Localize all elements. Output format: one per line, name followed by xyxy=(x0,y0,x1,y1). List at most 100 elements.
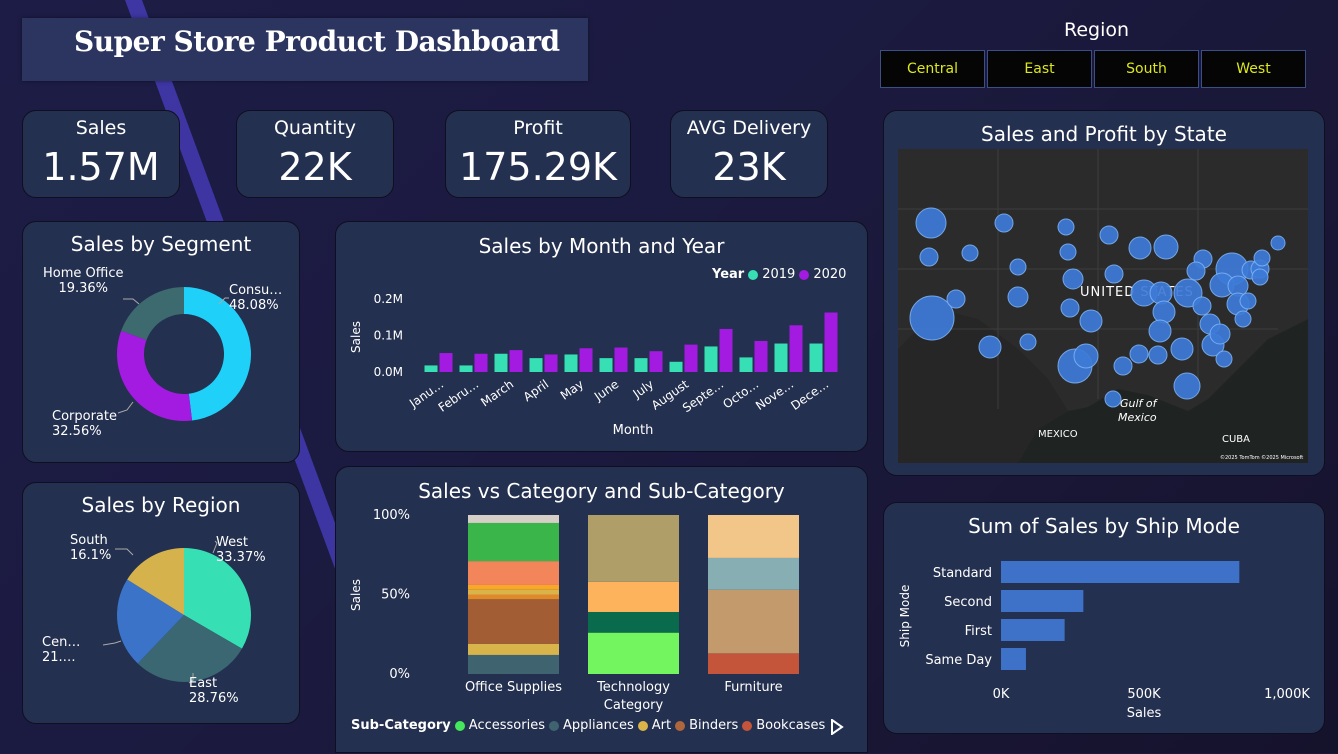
x-tick-label: Furniture xyxy=(724,680,782,695)
leader-line xyxy=(123,298,140,305)
state-bubble xyxy=(1057,218,1075,236)
stack-segment xyxy=(708,589,799,654)
month-bar-2019 xyxy=(494,353,508,372)
ship-chart-card[interactable]: Sum of Sales by Ship Mode Standard Second… xyxy=(883,502,1325,734)
kpi-label: AVG Delivery xyxy=(686,117,812,139)
month-bar-2020 xyxy=(579,348,593,372)
month-bar-2020 xyxy=(614,347,628,372)
month-bar-2019 xyxy=(599,358,613,372)
y-tick-label: Second xyxy=(944,595,992,610)
month-bar-2019 xyxy=(424,365,438,372)
state-bubble xyxy=(1186,261,1206,281)
ship-bar xyxy=(1001,561,1240,583)
y-tick-label: Standard xyxy=(933,566,992,581)
month-bar-2020 xyxy=(474,353,488,372)
map-canvas: UNITED STATESMEXICOGulf ofMexicoCUBA©202… xyxy=(898,149,1308,463)
x-tick-label: April xyxy=(521,377,552,404)
us-map[interactable]: UNITED STATESMEXICOGulf ofMexicoCUBA©202… xyxy=(898,149,1308,463)
month-bar-2019 xyxy=(529,358,543,372)
x-tick-label: Office Supplies xyxy=(465,680,562,695)
ship-bar xyxy=(1001,619,1065,641)
state-bubble xyxy=(1128,236,1152,260)
month-bar-2019 xyxy=(459,365,473,372)
kpi-label: Profit xyxy=(513,117,563,139)
state-bubble xyxy=(1251,268,1269,286)
region-button-south[interactable]: South xyxy=(1094,50,1199,88)
y-axis-title: Sales xyxy=(349,321,363,353)
ship-bar xyxy=(1001,590,1084,612)
state-bubble xyxy=(1019,333,1037,351)
stack-segment xyxy=(468,654,559,674)
region-button-east[interactable]: East xyxy=(987,50,1092,88)
y-tick-label: 50% xyxy=(381,588,410,603)
legend-accessories: Accessories xyxy=(468,718,545,733)
segment-chart-card[interactable]: Sales by Segment Home Office 19.36% Consu… xyxy=(22,221,300,463)
leader-line xyxy=(115,548,134,556)
x-axis-title: Month xyxy=(613,423,654,438)
state-bubble xyxy=(1062,268,1084,290)
month-bar-2019 xyxy=(774,343,788,372)
month-bar-2020 xyxy=(824,312,838,372)
x-tick-label: Technology xyxy=(596,680,670,695)
stack-segment xyxy=(468,594,559,600)
kpi-card-sales[interactable]: Sales 1.57M xyxy=(22,110,180,198)
region-button-central[interactable]: Central xyxy=(880,50,985,88)
stack-segment xyxy=(468,515,559,523)
kpi-card-avg-delivery[interactable]: AVG Delivery 23K xyxy=(670,110,828,198)
legend-title: Sub-Category xyxy=(351,718,451,733)
state-bubble xyxy=(961,244,979,262)
state-bubble xyxy=(1129,344,1149,364)
region-filter-label: Region xyxy=(1064,19,1130,41)
kpi-value: 22K xyxy=(278,145,352,189)
month-bar-2019 xyxy=(564,354,578,372)
x-tick-label: March xyxy=(478,377,516,409)
stack-segment xyxy=(468,589,559,595)
dashboard-title: Super Store Product Dashboard xyxy=(74,25,560,58)
state-bubble xyxy=(919,247,939,267)
state-bubble xyxy=(1104,264,1124,284)
kpi-label: Sales xyxy=(75,117,127,139)
kpi-card-quantity[interactable]: Quantity 22K xyxy=(236,110,394,198)
x-tick-label: 500K xyxy=(1127,687,1161,702)
ship-bar xyxy=(1001,648,1026,670)
category-chart-card[interactable]: Sales vs Category and Sub-Category 100% 5… xyxy=(335,466,868,753)
region-label-west: West 33.37% xyxy=(216,535,266,565)
stack-segment xyxy=(588,632,679,674)
category-stacked-chart: 100% 50% 0% Office Supplies Technology Furnit… xyxy=(349,508,799,713)
map-label: Gulf of xyxy=(1120,397,1159,410)
legend-binders: Binders xyxy=(689,718,739,733)
legend-appliances: Appliances xyxy=(562,718,634,733)
region-button-west[interactable]: West xyxy=(1201,50,1306,88)
stack-segment xyxy=(468,522,559,562)
month-bar-2020 xyxy=(719,328,733,372)
segment-label-home-office: Home Office 19.36% xyxy=(43,266,124,296)
y-tick-label: 0.2M xyxy=(374,292,403,306)
month-bar-chart: 0.2M0.1M0.0MJanu…Febru…March April May June… xyxy=(349,292,838,438)
stack-segment xyxy=(708,557,799,590)
map-card[interactable]: Sales and Profit by State UNITED STATESM… xyxy=(883,110,1325,476)
stack-segment xyxy=(708,515,799,558)
stack-segment xyxy=(588,611,679,633)
legend-next-arrow-icon[interactable] xyxy=(830,719,844,735)
legend-bookcases: Bookcases xyxy=(756,718,826,733)
state-bubble xyxy=(1170,337,1194,361)
state-bubble xyxy=(1234,310,1252,328)
kpi-card-profit[interactable]: Profit 175.29K xyxy=(445,110,631,198)
segment-label-corporate: Corporate 32.56% xyxy=(52,409,117,439)
state-bubble xyxy=(1009,258,1027,276)
state-bubble xyxy=(978,335,1002,359)
category-legend: Sub-Category Accessories Appliances Art … xyxy=(351,718,825,733)
state-bubble xyxy=(1073,343,1099,369)
x-tick-label: 0K xyxy=(993,687,1010,702)
y-tick-label: First xyxy=(965,624,992,639)
region-chart-card[interactable]: Sales by Region South 16.1% West 33.37% Ce… xyxy=(22,482,300,724)
segment-label-consumer: Consu… 48.08% xyxy=(229,283,283,313)
map-label: CUBA xyxy=(1222,434,1250,445)
region-pie xyxy=(102,540,251,684)
segment-slice xyxy=(121,287,184,341)
state-bubble xyxy=(1079,309,1103,333)
map-label: Mexico xyxy=(1118,411,1157,424)
dashboard-title-box: Super Store Product Dashboard xyxy=(22,18,588,81)
month-chart-card[interactable]: Sales by Month and Year Year 2019 2020 0… xyxy=(335,221,868,452)
month-bar-2019 xyxy=(809,343,823,372)
